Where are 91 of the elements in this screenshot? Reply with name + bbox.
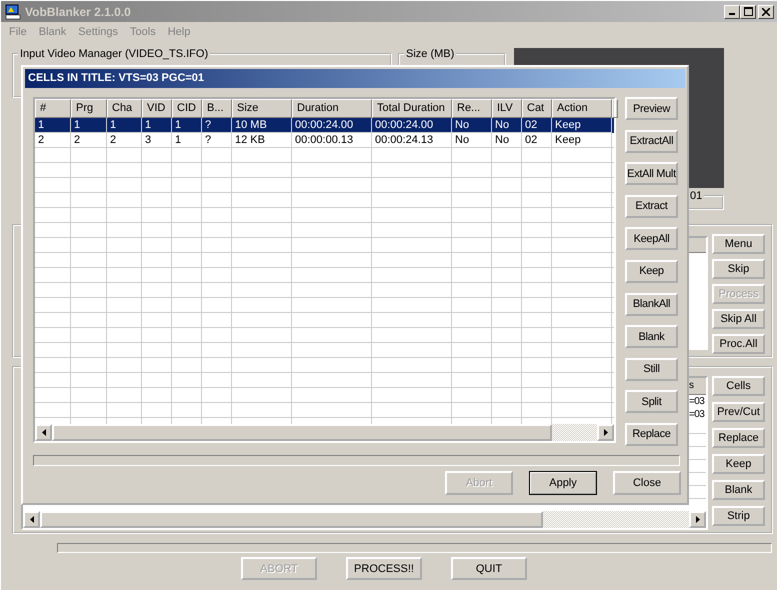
action-button[interactable]: Keep — [712, 454, 765, 474]
table-cell: 1 — [107, 118, 142, 133]
action-button[interactable]: Apply — [529, 471, 597, 495]
column-header[interactable]: Prg — [71, 99, 107, 118]
table-cell-text: =03 — [689, 408, 706, 421]
group-label: Input Video Manager (VIDEO_TS.IFO) — [19, 48, 210, 60]
group-label: Size (MB) — [405, 48, 456, 60]
action-button[interactable]: Cells — [712, 376, 765, 396]
action-button[interactable]: PROCESS!! — [346, 557, 422, 580]
table-cell: 1 — [172, 118, 202, 133]
action-button[interactable]: Proc.All — [712, 334, 765, 354]
scrollbar-thumb[interactable] — [52, 424, 552, 441]
column-header[interactable]: Cat — [522, 99, 552, 118]
scroll-left-button[interactable] — [35, 424, 52, 441]
action-button[interactable]: Keep — [625, 260, 678, 283]
action-button[interactable]: Split — [625, 390, 678, 414]
scroll-left-button[interactable] — [23, 511, 40, 528]
table-cell-text: =03 — [689, 395, 706, 408]
maximize-button[interactable] — [740, 4, 756, 18]
column-header[interactable]: Action — [552, 99, 612, 118]
minimize-icon — [729, 13, 735, 15]
table-cell: 3 — [142, 133, 172, 148]
table-cell: 2 — [107, 133, 142, 148]
table-cell: No — [452, 133, 492, 148]
action-button[interactable]: Preview — [625, 97, 678, 120]
table-row[interactable]: 1 1 1 1 1 ? 10 MB 00:00:24.00 00:00:24.00 No No 02 Keep — [35, 118, 614, 133]
table-cell: 2 — [35, 133, 71, 148]
table-cell: 1 — [172, 133, 202, 148]
table-cell: 2 — [71, 133, 107, 148]
table-cell: ? — [202, 118, 232, 133]
column-header[interactable]: Duration — [292, 99, 372, 118]
column-header[interactable]: VID — [142, 99, 172, 118]
scroll-right-button[interactable] — [597, 424, 614, 441]
action-button[interactable]: KeepAll — [625, 227, 678, 250]
column-header[interactable]: Re... — [452, 99, 492, 118]
action-button[interactable]: Still — [625, 358, 678, 381]
left-arrow-icon — [42, 429, 46, 436]
close-icon — [762, 8, 770, 16]
right-arrow-icon — [604, 429, 608, 436]
table-cell: ? — [202, 133, 232, 148]
minimize-button[interactable] — [724, 4, 740, 18]
scroll-right-button[interactable] — [689, 511, 706, 528]
action-button[interactable]: Prev/Cut — [712, 402, 765, 422]
action-button[interactable]: BlankAll — [625, 292, 678, 316]
column-header[interactable]: Cha — [107, 99, 142, 118]
action-button[interactable]: ExtractAll — [625, 130, 678, 153]
action-button[interactable]: QUIT — [451, 557, 527, 580]
app-icon — [5, 4, 21, 20]
table-cell: 12 KB — [232, 133, 292, 148]
left-arrow-icon — [30, 516, 34, 523]
table-cell: 02 — [522, 133, 552, 148]
action-button[interactable]: Replace — [712, 428, 765, 448]
table-cell: 00:00:00.13 — [292, 133, 372, 148]
scrollbar-thumb[interactable] — [40, 511, 543, 528]
table-cell: 00:00:24.13 — [372, 133, 452, 148]
table-cell: Keep — [552, 133, 612, 148]
close-button[interactable] — [758, 4, 774, 18]
maximize-icon — [744, 7, 752, 16]
column-header[interactable]: # — [35, 99, 71, 118]
action-button[interactable]: Skip All — [712, 309, 765, 329]
action-button[interactable]: Blank — [712, 480, 765, 500]
table-cell: 1 — [142, 118, 172, 133]
action-button[interactable]: Extract — [625, 194, 678, 218]
column-header[interactable]: s — [689, 378, 706, 394]
table-row[interactable]: 2 2 2 3 1 ? 12 KB 00:00:00.13 00:00:24.13 No No 02 Keep — [35, 133, 614, 148]
column-header[interactable]: Size — [232, 99, 292, 118]
table-cell: 1 — [71, 118, 107, 133]
column-header[interactable]: B... — [202, 99, 232, 118]
table-cell: 00:00:24.00 — [292, 118, 372, 133]
table-cell: 00:00:24.00 — [372, 118, 452, 133]
action-button[interactable]: Replace — [625, 422, 678, 446]
table-cell: 10 MB — [232, 118, 292, 133]
table-cell: No — [492, 118, 522, 133]
group-label: 01 — [689, 190, 704, 202]
table-cell: No — [452, 118, 492, 133]
action-button[interactable]: Menu — [712, 234, 765, 254]
action-button[interactable]: Close — [613, 471, 681, 495]
action-button[interactable]: Skip — [712, 259, 765, 279]
table-cell: No — [492, 133, 522, 148]
table-cell: Keep — [552, 118, 612, 133]
column-header[interactable]: Total Duration — [372, 99, 452, 118]
column-header[interactable]: CID — [172, 99, 202, 118]
action-button[interactable]: Blank — [625, 325, 678, 348]
right-arrow-icon — [696, 516, 700, 523]
action-button[interactable]: ExtAll Mult — [625, 162, 678, 186]
column-header[interactable]: ILV — [492, 99, 522, 118]
table-cell: 02 — [522, 118, 552, 133]
table-cell: 1 — [35, 118, 71, 133]
window-title: VobBlanker 2.1.0.0 — [25, 4, 131, 18]
dialog-title: CELLS IN TITLE: VTS=03 PGC=01 — [25, 69, 685, 88]
action-button[interactable]: Strip — [712, 506, 765, 526]
